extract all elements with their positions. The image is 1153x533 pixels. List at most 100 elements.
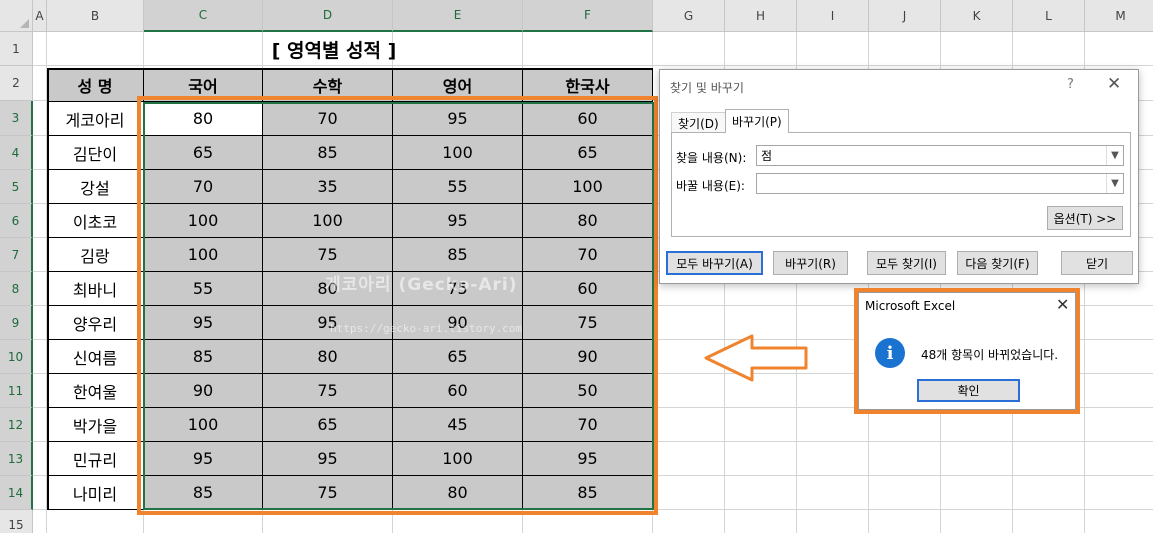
row-header[interactable]: 10 xyxy=(0,340,33,374)
info-icon: i xyxy=(875,338,905,368)
grid-cell[interactable] xyxy=(653,408,725,442)
grid-cell[interactable] xyxy=(33,340,47,374)
grid-cell[interactable] xyxy=(1085,510,1153,533)
grid-cell[interactable] xyxy=(797,476,869,510)
replace-with-input[interactable]: ▼ xyxy=(756,173,1124,194)
grid-cell[interactable] xyxy=(33,238,47,272)
grid-cell[interactable] xyxy=(47,32,144,66)
column-header[interactable]: I xyxy=(797,0,869,32)
column-header[interactable]: G xyxy=(653,0,725,32)
row-header[interactable]: 11 xyxy=(0,374,33,408)
column-header[interactable]: E xyxy=(393,0,523,32)
column-header[interactable]: L xyxy=(1013,0,1085,32)
row-header[interactable]: 14 xyxy=(0,476,33,510)
column-header[interactable]: K xyxy=(941,0,1013,32)
grid-cell[interactable] xyxy=(33,204,47,238)
grid-cell[interactable] xyxy=(941,476,1013,510)
replace-all-button[interactable]: 모두 바꾸기(A) xyxy=(666,251,763,275)
grid-cell[interactable] xyxy=(1085,340,1153,374)
grid-cell[interactable] xyxy=(725,408,797,442)
row-header[interactable]: 4 xyxy=(0,136,33,170)
find-next-button[interactable]: 다음 찾기(F) xyxy=(957,251,1038,275)
grid-cell[interactable] xyxy=(33,101,47,136)
grid-cell[interactable] xyxy=(653,32,725,66)
grid-cell[interactable] xyxy=(725,476,797,510)
column-header[interactable]: M xyxy=(1085,0,1153,32)
find-what-input[interactable]: 점 ▼ xyxy=(756,145,1124,166)
grid-cell[interactable] xyxy=(653,510,725,533)
select-all-corner[interactable] xyxy=(0,0,33,32)
row-header[interactable]: 1 xyxy=(0,32,33,66)
dialog-close-button[interactable]: 닫기 xyxy=(1061,251,1133,275)
grid-cell[interactable] xyxy=(869,510,941,533)
row-header[interactable]: 2 xyxy=(0,66,33,101)
grid-cell[interactable] xyxy=(33,136,47,170)
help-icon[interactable]: ? xyxy=(1067,77,1074,92)
grid-cell[interactable] xyxy=(33,306,47,340)
grid-cell[interactable] xyxy=(725,510,797,533)
grid-cell[interactable] xyxy=(33,66,47,101)
row-header[interactable]: 13 xyxy=(0,442,33,476)
row-header[interactable]: 7 xyxy=(0,238,33,272)
options-button[interactable]: 옵션(T) >> xyxy=(1047,206,1123,230)
grid-cell[interactable] xyxy=(1085,476,1153,510)
grid-cell[interactable] xyxy=(1085,32,1153,66)
grid-cell[interactable] xyxy=(33,170,47,204)
column-header[interactable]: J xyxy=(869,0,941,32)
row-header[interactable]: 9 xyxy=(0,306,33,340)
grid-cell[interactable] xyxy=(1085,442,1153,476)
close-icon[interactable]: ✕ xyxy=(1107,74,1121,94)
ok-button[interactable]: 확인 xyxy=(917,379,1020,402)
grid-cell[interactable] xyxy=(725,32,797,66)
sheet-title[interactable]: [ 영역별 성적 ] xyxy=(145,33,523,66)
column-header[interactable]: D xyxy=(263,0,393,32)
grid-cell[interactable] xyxy=(523,32,653,66)
grid-cell[interactable] xyxy=(33,442,47,476)
row-header[interactable]: 3 xyxy=(0,101,33,136)
grid-cell[interactable] xyxy=(1013,476,1085,510)
grid-cell[interactable] xyxy=(1085,374,1153,408)
find-all-button[interactable]: 모두 찾기(I) xyxy=(867,251,946,275)
row-header[interactable]: 6 xyxy=(0,204,33,238)
row-header[interactable]: 8 xyxy=(0,272,33,306)
column-header[interactable]: H xyxy=(725,0,797,32)
grid-cell[interactable] xyxy=(33,510,47,533)
grid-cell[interactable] xyxy=(869,476,941,510)
grid-cell[interactable] xyxy=(1013,32,1085,66)
column-header[interactable]: C xyxy=(144,0,263,32)
row-header[interactable]: 5 xyxy=(0,170,33,204)
grid-cell[interactable] xyxy=(941,32,1013,66)
grid-cell[interactable] xyxy=(653,476,725,510)
grid-cell[interactable] xyxy=(33,32,47,66)
grid-cell[interactable] xyxy=(869,442,941,476)
grid-cell[interactable] xyxy=(1085,408,1153,442)
grid-cell[interactable] xyxy=(941,442,1013,476)
grid-cell[interactable] xyxy=(1013,510,1085,533)
grid-cell[interactable] xyxy=(33,374,47,408)
tab-find[interactable]: 찾기(D) xyxy=(671,112,726,133)
tab-replace[interactable]: 바꾸기(P) xyxy=(725,109,789,133)
column-header[interactable]: A xyxy=(33,0,47,32)
grid-cell[interactable] xyxy=(869,32,941,66)
grid-cell[interactable] xyxy=(797,32,869,66)
chevron-down-icon[interactable]: ▼ xyxy=(1106,174,1123,193)
grid-cell[interactable] xyxy=(33,408,47,442)
grid-cell[interactable] xyxy=(653,442,725,476)
grid-cell[interactable] xyxy=(33,272,47,306)
grid-cell[interactable] xyxy=(797,442,869,476)
grid-cell[interactable] xyxy=(941,510,1013,533)
replace-button[interactable]: 바꾸기(R) xyxy=(773,251,848,275)
grid-cell[interactable] xyxy=(1085,306,1153,340)
grid-cell[interactable] xyxy=(725,442,797,476)
row-header[interactable]: 15 xyxy=(0,510,33,533)
grid-cell[interactable] xyxy=(33,476,47,510)
grid-cell[interactable] xyxy=(1013,442,1085,476)
chevron-down-icon[interactable]: ▼ xyxy=(1106,146,1123,165)
close-icon[interactable]: ✕ xyxy=(1056,295,1069,314)
replace-with-label: 바꿀 내용(E): xyxy=(676,179,745,193)
row-header[interactable]: 12 xyxy=(0,408,33,442)
column-header[interactable]: B xyxy=(47,0,144,32)
column-header[interactable]: F xyxy=(523,0,653,32)
grid-cell[interactable] xyxy=(47,510,144,533)
grid-cell[interactable] xyxy=(797,510,869,533)
